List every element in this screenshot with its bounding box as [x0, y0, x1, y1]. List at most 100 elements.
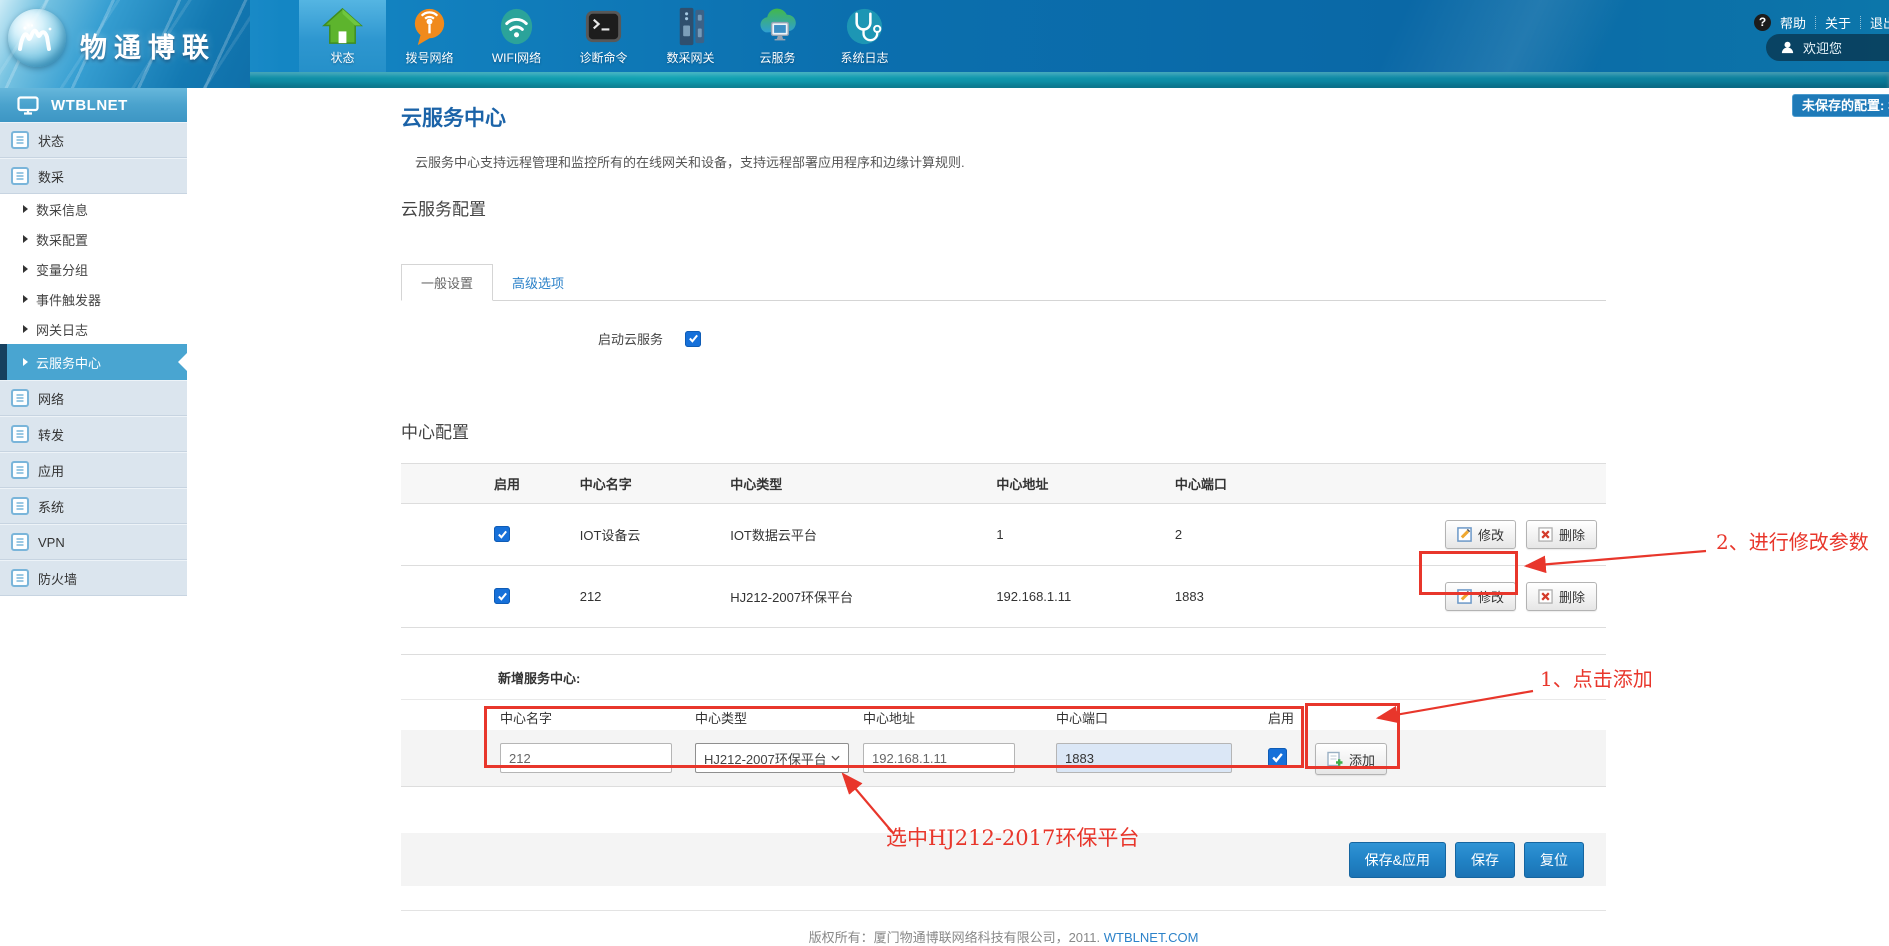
col-header-actions — [1444, 464, 1606, 504]
nav-label: 拨号网络 — [405, 49, 453, 66]
brand-logo-area: 物通博联 — [0, 0, 250, 88]
enable-cloud-service-checkbox[interactable] — [685, 331, 701, 347]
caret-right-icon — [23, 358, 28, 366]
col-header-type: 中心类型 — [729, 464, 995, 504]
label-enabled: 启用 — [1268, 708, 1294, 727]
unsaved-config-badge[interactable]: 未保存的配置: 3 — [1792, 94, 1889, 117]
add-button[interactable]: 添加 — [1315, 743, 1387, 775]
syslog-icon — [843, 5, 886, 48]
edit-button[interactable]: 修改 — [1445, 520, 1516, 549]
add-form-labels: 中心名字 中心类型 中心地址 中心端口 启用 — [401, 700, 1606, 730]
sidebar-subitem-variable-group[interactable]: 变量分组 — [0, 254, 187, 284]
sidebar-subitem-gateway-log[interactable]: 网关日志 — [0, 314, 187, 344]
nav-item-cloud-service[interactable]: 云服务 — [734, 0, 821, 72]
add-enabled-checkbox[interactable] — [1268, 748, 1287, 767]
gateway-icon — [669, 5, 712, 48]
add-section-title: 新增服务中心: — [401, 655, 1606, 700]
bottom-actions-bar: 保存&应用 保存 复位 — [401, 833, 1606, 886]
sidebar-item-network[interactable]: 网络 — [0, 380, 187, 416]
cell-center-name: IOT设备云 — [579, 504, 729, 566]
top-bar-swoosh — [0, 72, 1889, 88]
cell-center-port: 1883 — [1174, 566, 1444, 628]
home-icon — [321, 5, 364, 48]
sidebar-item-label: 转发 — [38, 425, 64, 444]
brand-bubble-icon — [8, 9, 66, 67]
delete-button[interactable]: 删除 — [1526, 520, 1597, 549]
edit-icon — [1457, 589, 1472, 604]
nav-item-dial-network[interactable]: 拨号网络 — [386, 0, 473, 72]
sidebar-item-vpn[interactable]: VPN — [0, 524, 187, 560]
tab-general-settings[interactable]: 一般设置 — [401, 264, 493, 301]
sidebar-item-applications[interactable]: 应用 — [0, 452, 187, 488]
save-button[interactable]: 保存 — [1455, 842, 1515, 878]
cell-center-name: 212 — [579, 566, 729, 628]
about-link[interactable]: 关于 — [1825, 13, 1851, 32]
sidebar-subitem-cloud-service-center[interactable]: 云服务中心 — [0, 344, 187, 380]
sidebar-header: WTBLNET — [0, 88, 187, 122]
wtblnet-link[interactable]: WTBLNET.COM — [1104, 930, 1199, 945]
sidebar-item-label: 网络 — [38, 389, 64, 408]
list-icon — [11, 461, 29, 479]
sidebar-subitem-label: 数采信息 — [36, 200, 88, 219]
nav-item-system-log[interactable]: 系统日志 — [821, 0, 908, 72]
edit-button[interactable]: 修改 — [1445, 582, 1516, 611]
label-center-type: 中心类型 — [695, 708, 747, 727]
logout-link[interactable]: 退出 — [1870, 13, 1889, 32]
tab-advanced-options[interactable]: 高级选项 — [493, 264, 583, 300]
reset-button[interactable]: 复位 — [1524, 842, 1584, 878]
sidebar-item-firewall[interactable]: 防火墙 — [0, 560, 187, 596]
delete-icon — [1538, 527, 1553, 542]
section-cloud-config-heading: 云服务配置 — [401, 195, 1606, 220]
sidebar-subitem-data-config[interactable]: 数采配置 — [0, 224, 187, 254]
row-actions: 修改 删除 — [1445, 520, 1605, 549]
copyright-text: 版权所有：厦门物通博联网络科技有限公司，2011. — [809, 930, 1101, 945]
center-type-select[interactable]: HJ212-2007环保平台 — [695, 743, 849, 773]
help-link[interactable]: 帮助 — [1780, 13, 1806, 32]
sidebar-item-label: 数采 — [38, 167, 64, 186]
sidebar: WTBLNET 状态 数采 数采信息 数采配置 变量分组 事件触发器 网关日志 … — [0, 88, 187, 596]
center-name-input[interactable] — [500, 743, 672, 773]
sidebar-item-status[interactable]: 状态 — [0, 122, 187, 158]
sidebar-item-label: 防火墙 — [38, 569, 77, 588]
caret-right-icon — [23, 205, 28, 213]
nav-label: 诊断命令 — [579, 49, 627, 66]
sidebar-item-forwarding[interactable]: 转发 — [0, 416, 187, 452]
welcome-text: 欢迎您 — [1803, 38, 1842, 57]
add-icon — [1327, 751, 1343, 767]
sidebar-subitem-label: 网关日志 — [36, 320, 88, 339]
row-actions: 修改 删除 — [1445, 582, 1605, 611]
add-service-center-section: 新增服务中心: 中心名字 中心类型 中心地址 中心端口 启用 HJ212-200… — [401, 654, 1606, 787]
edit-icon — [1457, 527, 1472, 542]
list-icon — [11, 167, 29, 185]
footer-divider — [401, 910, 1606, 911]
sidebar-item-label: VPN — [38, 535, 65, 550]
save-apply-button[interactable]: 保存&应用 — [1349, 842, 1446, 878]
sidebar-subitem-data-info[interactable]: 数采信息 — [0, 194, 187, 224]
cell-center-type: IOT数据云平台 — [729, 504, 995, 566]
nav-label: 云服务 — [759, 49, 795, 66]
top-navigation: 状态 拨号网络 WIFI网络 诊断命令 — [299, 0, 908, 72]
sidebar-item-system[interactable]: 系统 — [0, 488, 187, 524]
sidebar-item-data-acquisition[interactable]: 数采 — [0, 158, 187, 194]
nav-label: 状态 — [330, 49, 354, 66]
nav-item-wifi-network[interactable]: WIFI网络 — [473, 0, 560, 72]
sidebar-subitem-event-trigger[interactable]: 事件触发器 — [0, 284, 187, 314]
terminal-icon — [582, 5, 625, 48]
edit-button-label: 修改 — [1478, 587, 1504, 606]
user-welcome-pill[interactable]: 欢迎您 — [1766, 34, 1889, 61]
table-header-row: 启用 中心名字 中心类型 中心地址 中心端口 — [401, 464, 1606, 504]
divider — [1815, 16, 1816, 29]
nav-item-gateway[interactable]: 数采网关 — [647, 0, 734, 72]
caret-right-icon — [23, 235, 28, 243]
center-port-input[interactable] — [1056, 743, 1232, 773]
row-enabled-checkbox[interactable] — [494, 526, 510, 542]
sidebar-subitem-label: 变量分组 — [36, 260, 88, 279]
center-address-input[interactable] — [863, 743, 1015, 773]
cell-center-address: 192.168.1.11 — [995, 566, 1174, 628]
nav-item-diagnostics[interactable]: 诊断命令 — [560, 0, 647, 72]
section-center-config-heading: 中心配置 — [401, 418, 1606, 443]
row-enabled-checkbox[interactable] — [494, 588, 510, 604]
help-icon: ? — [1754, 14, 1771, 31]
delete-button[interactable]: 删除 — [1526, 582, 1597, 611]
nav-item-status[interactable]: 状态 — [299, 0, 386, 72]
